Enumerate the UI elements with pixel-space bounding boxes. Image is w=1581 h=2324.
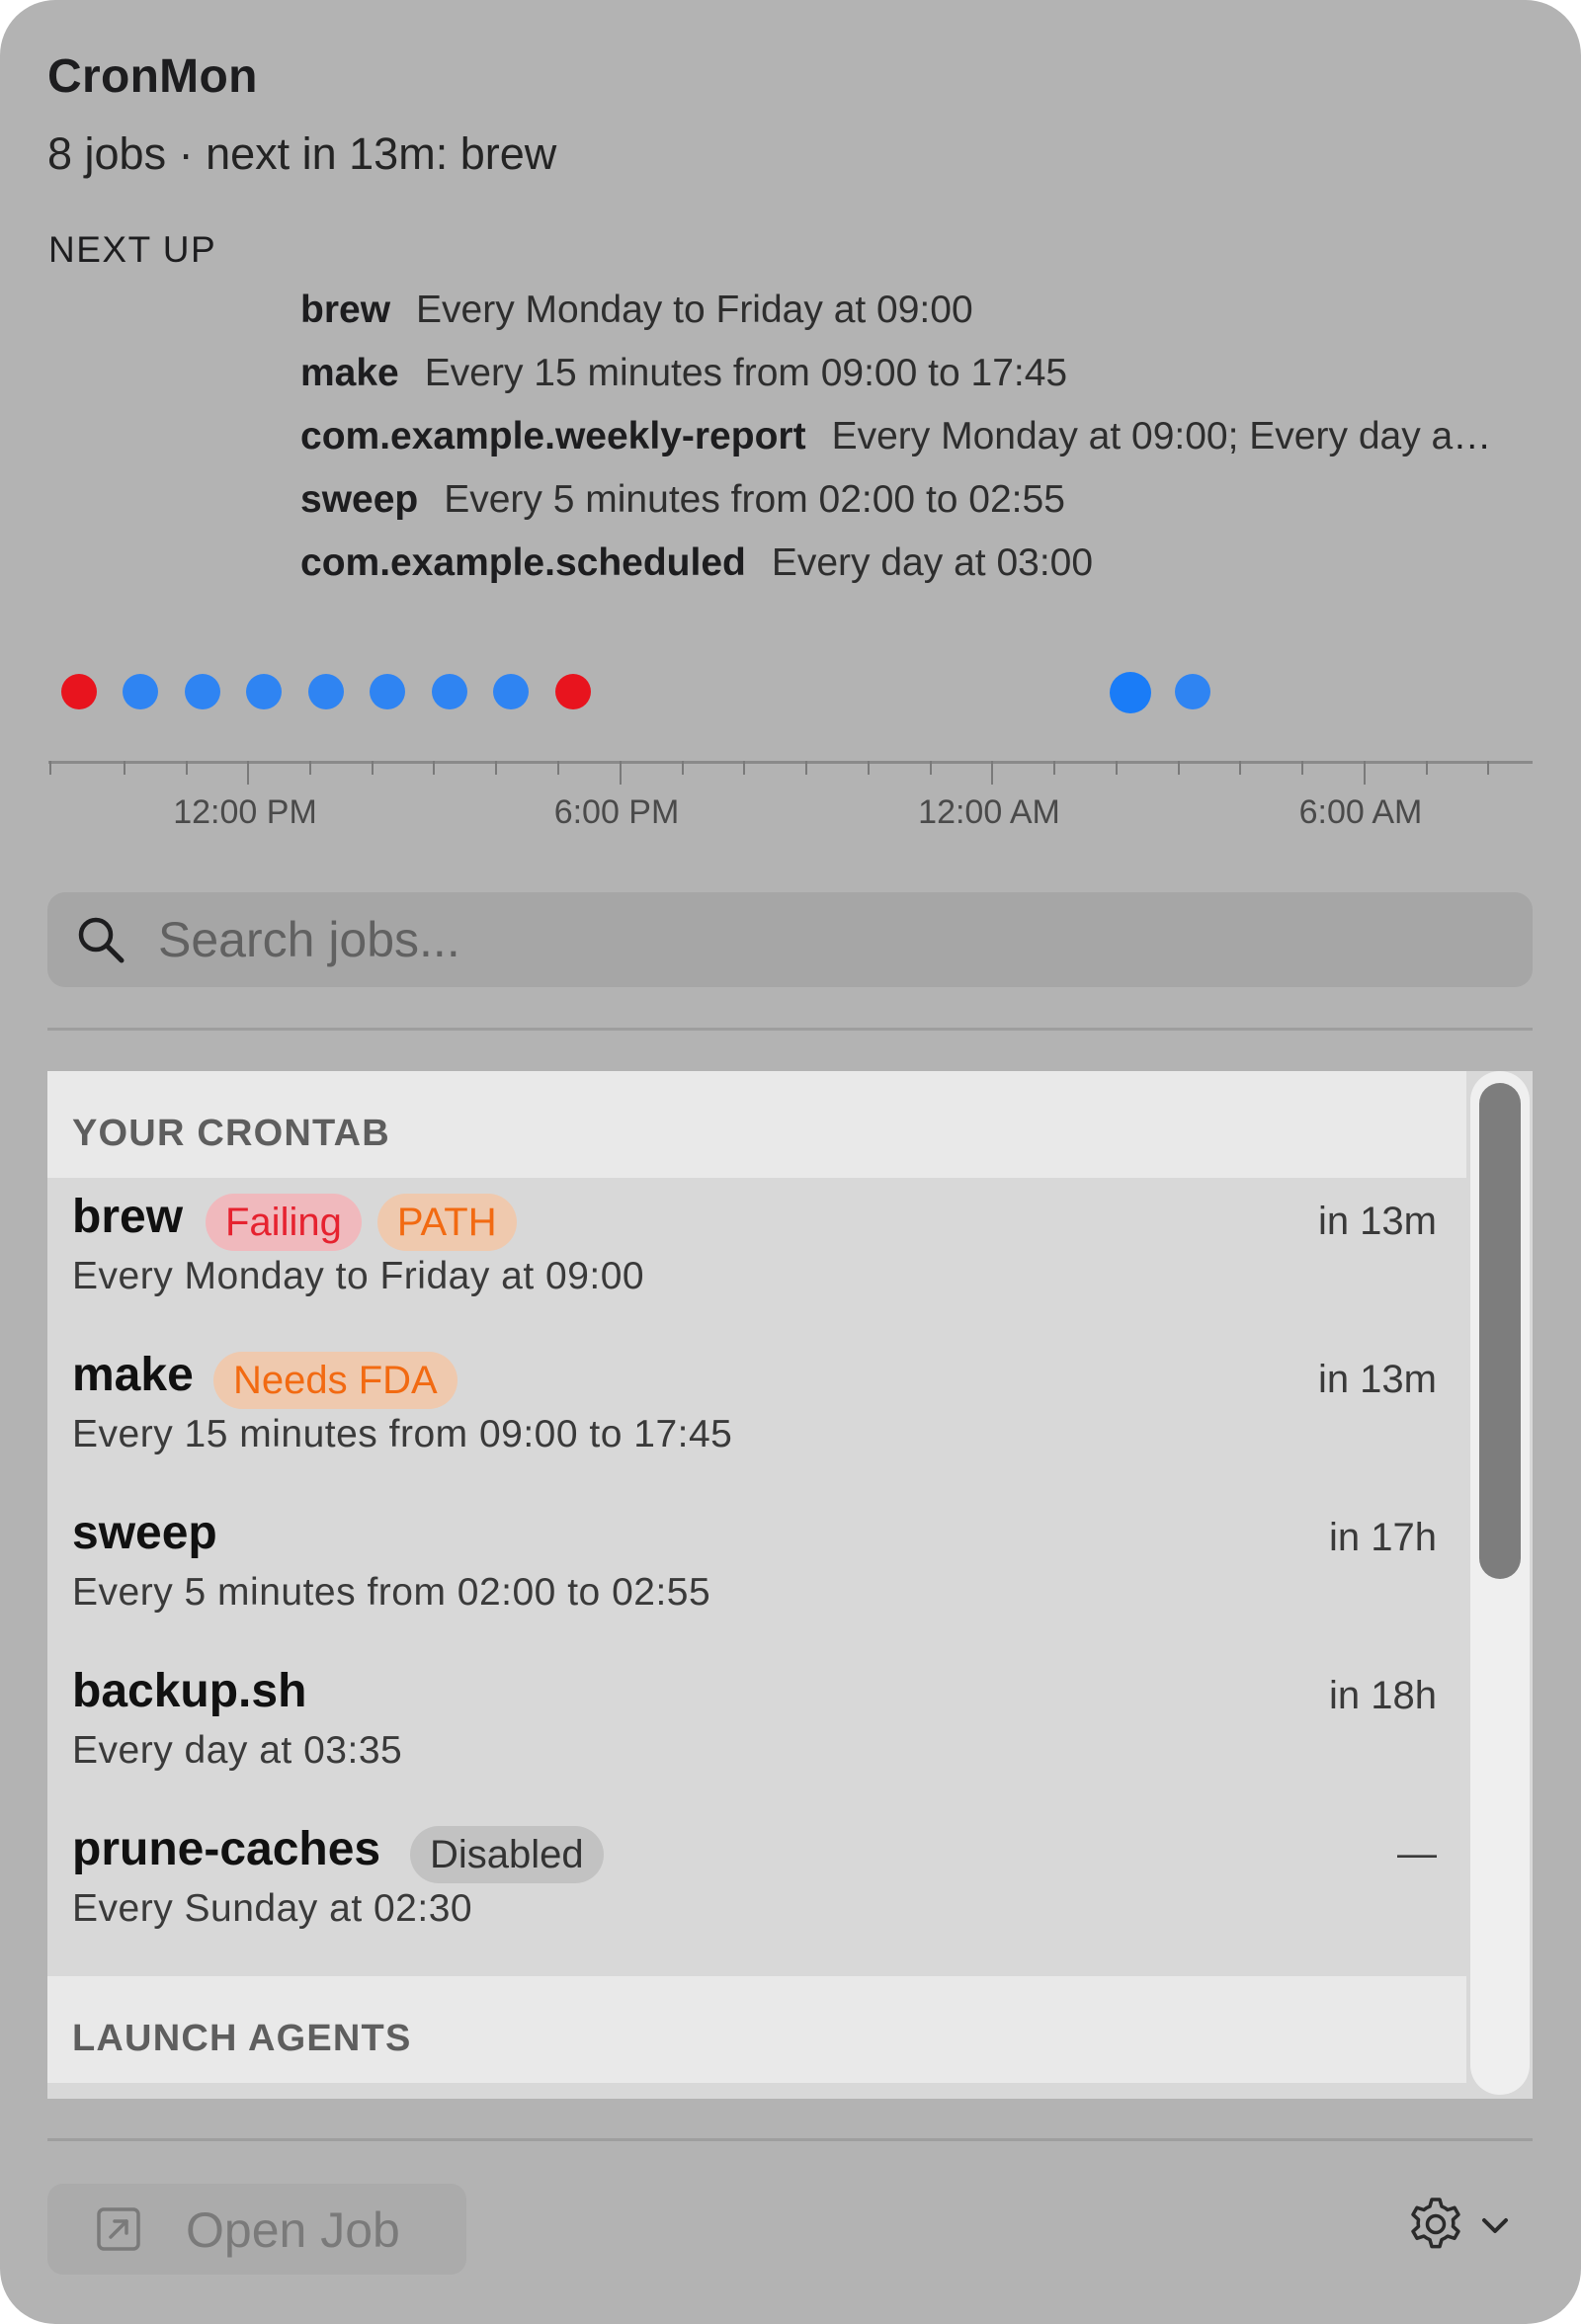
status-badge-needs-fda: Needs FDA xyxy=(213,1352,458,1409)
next-up-job: com.example.scheduled xyxy=(300,541,746,584)
timeline-tick xyxy=(1239,761,1241,775)
status-badge-disabled: Disabled xyxy=(410,1826,604,1883)
job-schedule: Every 5 minutes from 02:00 to 02:55 xyxy=(72,1571,711,1614)
job-row-brew[interactable]: brew Failing PATH Every Monday to Friday… xyxy=(47,1178,1466,1336)
timeline-tick-major xyxy=(247,761,249,785)
job-name: backup.sh xyxy=(72,1665,307,1717)
timeline-tick xyxy=(1178,761,1180,775)
timeline-dot[interactable] xyxy=(370,674,405,709)
timeline-tick-major xyxy=(991,761,993,785)
timeline-tick-label: 6:00 AM xyxy=(1298,793,1423,831)
timeline-dot[interactable] xyxy=(493,674,529,709)
app-title: CronMon xyxy=(47,50,258,103)
timeline-dot[interactable] xyxy=(308,674,344,709)
timeline-tick xyxy=(1487,761,1489,775)
cronmon-window: CronMon 8 jobs · next in 13m: brew NEXT … xyxy=(0,0,1581,2324)
search-icon xyxy=(78,917,125,963)
timeline-tick xyxy=(930,761,932,775)
timeline-tick xyxy=(433,761,435,775)
section-header-crontab: YOUR CRONTAB xyxy=(47,1071,1466,1178)
status-badge-failing: Failing xyxy=(206,1194,362,1251)
section-header-label: YOUR CRONTAB xyxy=(72,1113,390,1154)
timeline-tick-major xyxy=(1364,761,1366,785)
app-subtitle: 8 jobs · next in 13m: brew xyxy=(47,128,557,179)
search-field[interactable] xyxy=(47,892,1533,987)
job-row-make[interactable]: make Needs FDA Every 15 minutes from 09:… xyxy=(47,1336,1466,1494)
timeline-tick-label: 6:00 PM xyxy=(553,793,680,831)
timeline-tick xyxy=(372,761,374,775)
timeline-tick xyxy=(124,761,125,775)
timeline-axis xyxy=(48,761,1533,764)
job-row-sweep[interactable]: sweep Every 5 minutes from 02:00 to 02:5… xyxy=(47,1494,1466,1652)
next-up-job: com.example.weekly-report xyxy=(300,415,806,457)
job-schedule: Every 15 minutes from 09:00 to 17:45 xyxy=(72,1413,733,1455)
timeline-dot[interactable] xyxy=(123,674,158,709)
timeline-dot-failing[interactable] xyxy=(61,674,97,709)
divider xyxy=(47,2138,1533,2141)
job-next-run: — xyxy=(1397,1832,1437,1875)
timeline-dot-failing[interactable] xyxy=(555,674,591,709)
timeline-tick xyxy=(682,761,684,775)
job-schedule: Every day at 03:35 xyxy=(72,1729,403,1772)
timeline-dot[interactable] xyxy=(246,674,282,709)
timeline-tick xyxy=(557,761,559,775)
timeline-tick xyxy=(1301,761,1303,775)
job-schedule: Every Monday to Friday at 09:00 xyxy=(72,1255,645,1297)
timeline-tick xyxy=(805,761,807,775)
next-up-job: sweep xyxy=(300,478,419,521)
timeline-tick xyxy=(495,761,497,775)
timeline-tick xyxy=(309,761,311,775)
job-next-run: in 13m xyxy=(1317,1200,1437,1243)
timeline-tick xyxy=(186,761,188,775)
timeline-tick xyxy=(49,761,51,775)
timeline-dot[interactable] xyxy=(185,674,220,709)
timeline-tick-label: 12:00 AM xyxy=(918,793,1060,831)
timeline-tick xyxy=(743,761,745,775)
timeline-tick xyxy=(1116,761,1118,775)
open-job-label: Open Job xyxy=(186,2202,400,2258)
timeline-dot[interactable] xyxy=(432,674,467,709)
job-name: sweep xyxy=(72,1507,217,1559)
next-up-schedule: Every Monday to Friday at 09:00 xyxy=(416,289,973,331)
job-name: make xyxy=(72,1349,194,1401)
timeline-tick-major xyxy=(620,761,622,785)
status-badge-path: PATH xyxy=(376,1194,517,1251)
open-job-button[interactable]: Open Job xyxy=(47,2184,466,2275)
next-up-schedule: Every Monday at 09:00; Every day at 09:0… xyxy=(831,415,1496,457)
job-list[interactable]: YOUR CRONTAB brew Failing PATH Every Mon… xyxy=(47,1071,1533,2099)
gear-icon[interactable] xyxy=(1407,2196,1464,2253)
next-up-schedule: Every 15 minutes from 09:00 to 17:45 xyxy=(424,352,1068,394)
scrollbar-thumb[interactable] xyxy=(1479,1083,1521,1579)
job-schedule: Every Sunday at 02:30 xyxy=(72,1887,473,1930)
timeline-dot[interactable] xyxy=(1175,674,1210,709)
job-name: prune-caches xyxy=(72,1823,381,1875)
chevron-down-icon[interactable] xyxy=(1478,2211,1512,2239)
next-up-schedule: Every 5 minutes from 02:00 to 02:55 xyxy=(444,478,1065,521)
divider xyxy=(47,1028,1533,1031)
job-row-backup[interactable]: backup.sh Every day at 03:35 in 18h xyxy=(47,1652,1466,1810)
timeline-dot-next[interactable] xyxy=(1110,672,1151,713)
next-up-job: make xyxy=(300,352,399,394)
next-up-job: brew xyxy=(300,289,391,331)
job-name: brew xyxy=(72,1191,184,1243)
next-up-heading: NEXT UP xyxy=(48,229,217,270)
timeline-tick xyxy=(868,761,870,775)
job-next-run: in 18h xyxy=(1329,1674,1437,1717)
next-up-schedule: Every day at 03:00 xyxy=(771,541,1094,584)
job-next-run: in 17h xyxy=(1329,1516,1437,1559)
timeline-tick xyxy=(1053,761,1055,775)
search-input[interactable] xyxy=(156,906,1504,973)
timeline-tick-label: 12:00 PM xyxy=(173,793,317,831)
open-external-icon xyxy=(97,2207,140,2251)
section-header-label: LAUNCH AGENTS xyxy=(72,2018,412,2059)
section-header-launch-agents: LAUNCH AGENTS xyxy=(47,1976,1466,2083)
job-row-prune-caches[interactable]: prune-caches Disabled Every Sunday at 02… xyxy=(47,1810,1466,1968)
timeline-tick xyxy=(1426,761,1428,775)
job-next-run: in 13m xyxy=(1317,1358,1437,1401)
